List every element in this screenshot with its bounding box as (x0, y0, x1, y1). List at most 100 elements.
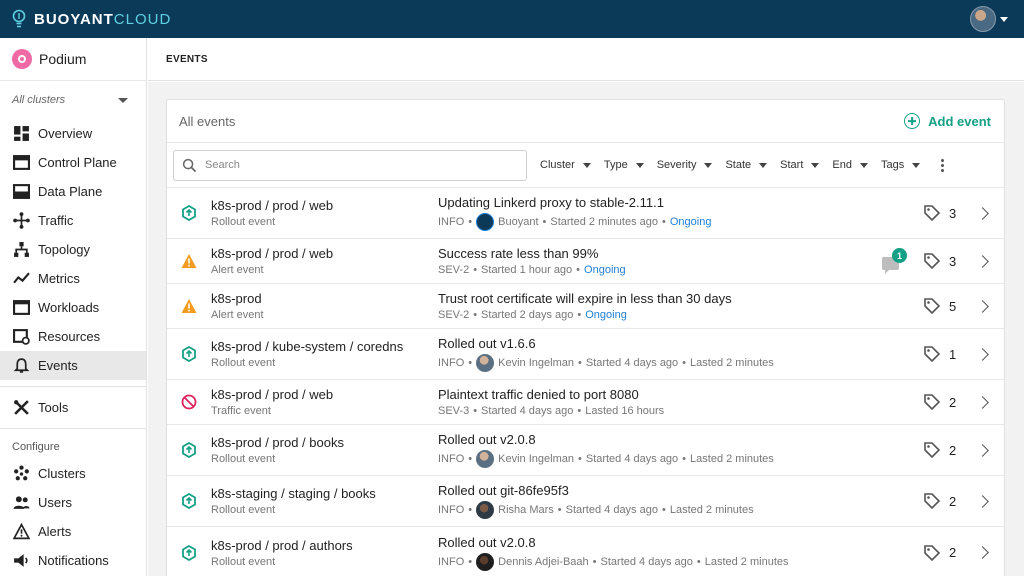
table-row[interactable]: k8s-prod / prod / authors Rollout event R… (167, 527, 1004, 576)
event-type: Traffic event (211, 405, 271, 417)
avatar[interactable] (970, 6, 996, 32)
table-row[interactable]: k8s-prod Alert event Trust root certifica… (167, 284, 1004, 329)
sidebar-item-topology[interactable]: Topology (0, 235, 146, 264)
sidebar-item-alerts[interactable]: Alerts (0, 517, 146, 546)
chevron-right-icon[interactable] (976, 395, 989, 409)
filter-label: Type (603, 159, 628, 171)
sidebar-item-data-plane[interactable]: Data Plane (0, 177, 146, 206)
users-icon (12, 494, 30, 512)
search-input[interactable] (205, 159, 505, 171)
avatar (476, 501, 495, 519)
sidebar-item-metrics[interactable]: Metrics (0, 264, 146, 293)
filter-cluster[interactable]: Cluster (540, 159, 591, 171)
table-row[interactable]: k8s-prod / kube-system / coredns Rollout … (167, 329, 1004, 380)
user-menu[interactable] (970, 6, 1008, 32)
event-type: Rollout event (211, 555, 276, 568)
filter-tags[interactable]: Tags (880, 159, 921, 171)
event-lasted: Lasted 2 minutes (690, 357, 774, 369)
more-options-icon[interactable] (941, 158, 945, 172)
event-meta: INFO • Kevin Ingelman • Started 4 days ago… (438, 354, 878, 372)
rollout-icon (181, 204, 197, 222)
sidebar-item-label: Traffic (38, 213, 74, 228)
event-title: Success rate less than 99% (438, 246, 599, 261)
filter-severity[interactable]: Severity (657, 159, 713, 171)
event-user: Buoyant (498, 216, 539, 228)
sidebar-item-label: Resources (38, 329, 101, 344)
tag-icon (924, 544, 941, 561)
top-bar: BUOYANTCLOUD (0, 0, 1024, 38)
tag-count[interactable]: 2 (923, 441, 956, 459)
table-row[interactable]: k8s-prod / prod / web Rollout event Updat… (167, 188, 1004, 239)
filter-label: Start (780, 159, 804, 171)
brand-logo[interactable]: BUOYANTCLOUD (12, 9, 171, 29)
filter-end[interactable]: End (832, 159, 868, 171)
overview-icon (12, 125, 30, 143)
chevron-right-icon[interactable] (976, 254, 989, 268)
topology-icon (12, 241, 30, 259)
sidebar-item-tools[interactable]: Tools (0, 393, 146, 422)
org-logo-icon (12, 49, 32, 69)
tag-count[interactable]: 3 (923, 204, 956, 222)
event-meta: SEV-3 • Started 4 days ago • Lasted 16 hou… (438, 405, 665, 417)
filter-start[interactable]: Start (780, 159, 820, 171)
status-ongoing: Ongoing (669, 216, 712, 228)
tag-count-value: 1 (949, 346, 957, 362)
event-type: Rollout event (211, 216, 276, 228)
chevron-right-icon[interactable] (976, 299, 989, 313)
avatar (476, 450, 495, 468)
table-row[interactable]: k8s-staging / staging / books Rollout eve… (167, 476, 1004, 527)
chevron-right-icon[interactable] (976, 443, 989, 457)
event-user: Dennis Adjei-Baah (498, 555, 589, 568)
chevron-down-icon (635, 162, 644, 168)
event-lasted: Lasted 2 minutes (690, 453, 774, 465)
tag-icon (924, 346, 941, 363)
sidebar-item-label: Control Plane (38, 155, 117, 170)
chevron-down-icon (859, 162, 868, 168)
tag-count[interactable]: 5 (923, 297, 956, 315)
filter-type[interactable]: Type (604, 159, 644, 171)
sidebar-item-control-plane[interactable]: Control Plane (0, 148, 146, 177)
chevron-right-icon[interactable] (976, 347, 989, 361)
sidebar-item-events[interactable]: Events (0, 351, 146, 380)
tag-icon (924, 493, 941, 510)
chevron-down-icon[interactable] (1000, 16, 1008, 22)
sidebar-item-notifications[interactable]: Notifications (0, 546, 146, 575)
org-switcher[interactable]: Podium (0, 38, 146, 81)
event-user: Kevin Ingelman (498, 453, 574, 465)
table-row[interactable]: k8s-prod / prod / books Rollout event Rol… (167, 425, 1004, 476)
add-circle-icon (904, 113, 921, 129)
comment-icon[interactable]: 1 (882, 248, 908, 274)
chevron-down-icon (704, 162, 713, 168)
chevron-right-icon[interactable] (976, 546, 989, 559)
search-box[interactable] (173, 149, 527, 181)
sidebar-item-traffic[interactable]: Traffic (0, 206, 146, 235)
chevron-down-icon (912, 162, 921, 168)
tag-count[interactable]: 2 (923, 492, 956, 510)
filter-dropdowns: Cluster Type Severity State Start End Ta… (540, 158, 945, 172)
filter-label: Tags (880, 159, 905, 171)
tag-count[interactable]: 1 (923, 345, 956, 363)
chevron-right-icon[interactable] (976, 206, 989, 220)
tag-icon (924, 442, 941, 459)
tag-count[interactable]: 2 (923, 544, 956, 562)
sidebar-item-resources[interactable]: Resources (0, 322, 146, 351)
table-row[interactable]: k8s-prod / prod / web Alert event Success… (167, 239, 1004, 284)
tag-count[interactable]: 3 (923, 252, 956, 270)
event-type: Alert event (211, 309, 264, 321)
avatar (476, 552, 495, 571)
sidebar-item-overview[interactable]: Overview (0, 119, 146, 148)
sidebar-item-users[interactable]: Users (0, 488, 146, 517)
table-row[interactable]: k8s-prod / prod / web Traffic event Plain… (167, 380, 1004, 425)
sidebar-item-workloads[interactable]: Workloads (0, 293, 146, 322)
event-meta: INFO • Risha Mars • Started 4 days ago • La… (438, 501, 878, 519)
buoyant-logo-icon (476, 213, 495, 231)
org-name: Podium (39, 51, 87, 67)
cluster-selector[interactable]: All clusters (0, 81, 146, 119)
event-started: Started 4 days ago (481, 405, 574, 417)
tag-count[interactable]: 2 (923, 393, 956, 411)
event-title: Plaintext traffic denied to port 8080 (438, 387, 639, 402)
add-event-button[interactable]: Add event (904, 113, 991, 129)
chevron-right-icon[interactable] (976, 494, 989, 508)
filter-state[interactable]: State (725, 159, 768, 171)
sidebar-item-clusters[interactable]: Clusters (0, 459, 146, 488)
